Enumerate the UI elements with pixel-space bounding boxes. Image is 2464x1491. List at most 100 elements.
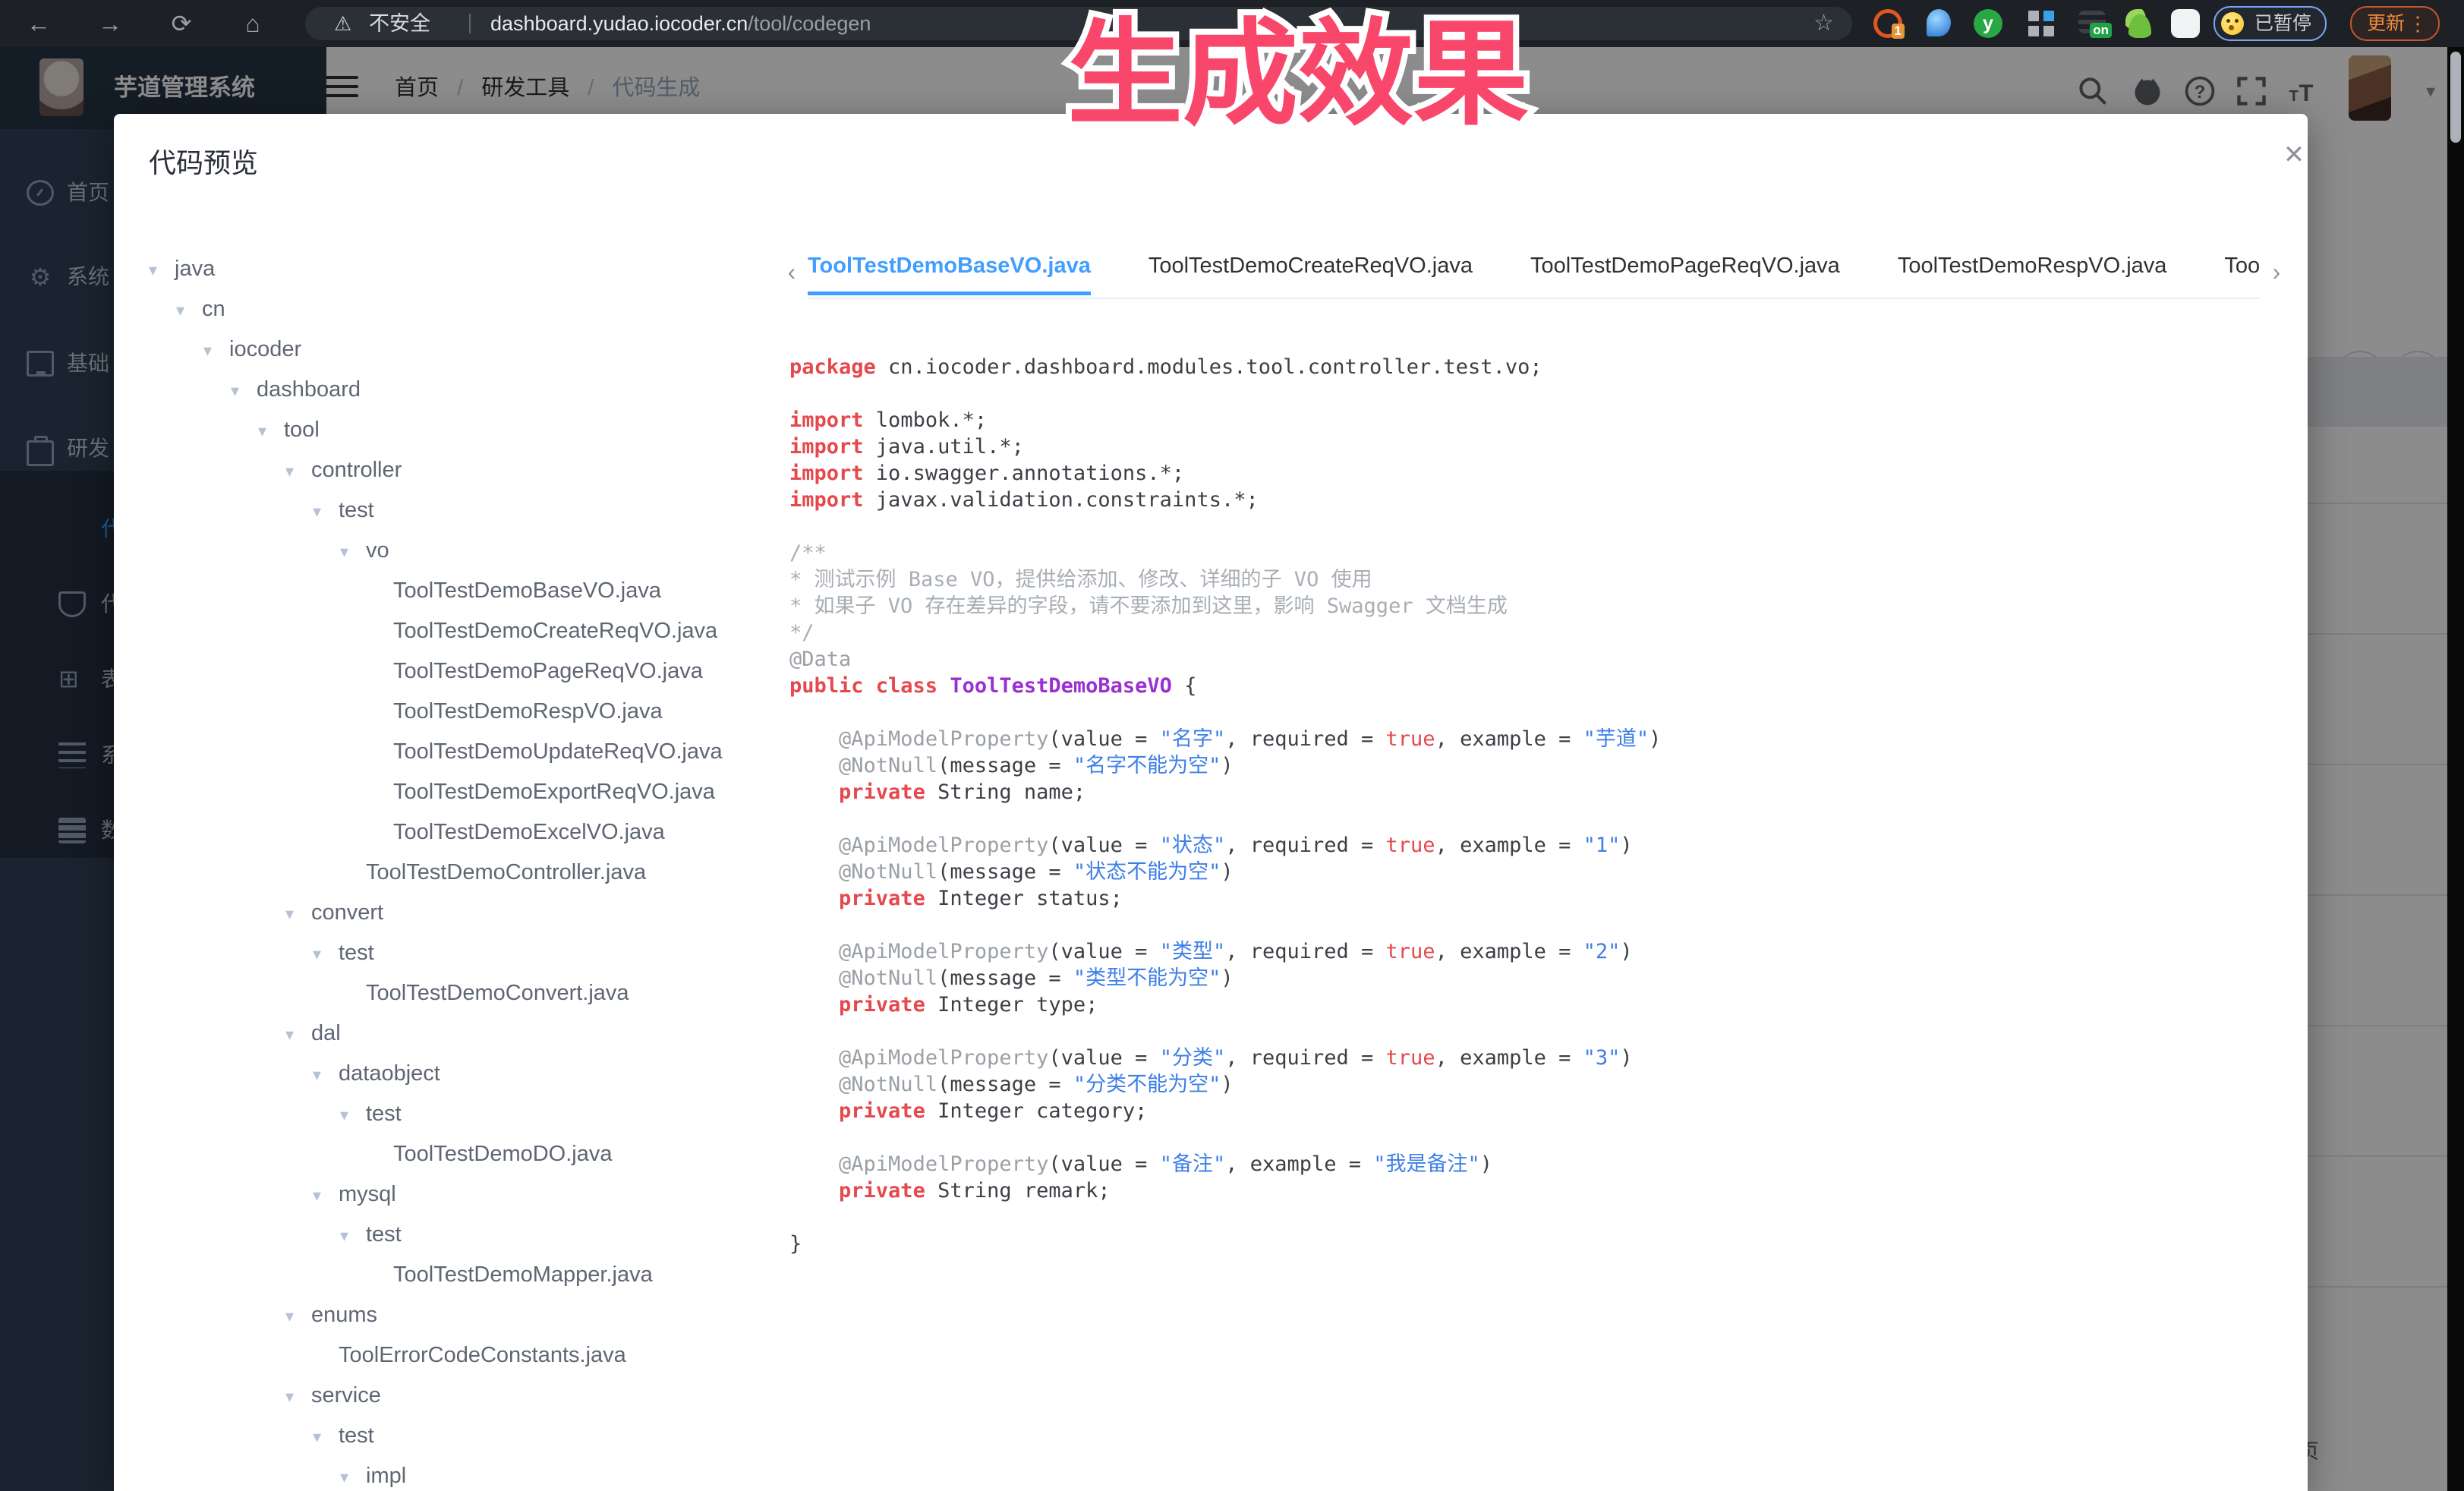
tree-folder-convert[interactable]: ▾convert [149,893,764,933]
caret-down-icon[interactable]: ▾ [285,894,304,934]
tree-file-ToolTestDemoRespVO.java[interactable]: ToolTestDemoRespVO.java [149,692,764,732]
caret-down-icon[interactable]: ▾ [176,290,194,330]
update-label: 更新 [2367,13,2405,34]
ext-green-y-icon[interactable]: y [1974,9,2002,38]
profile-chip[interactable]: 已暂停 [2214,6,2327,41]
caret-down-icon[interactable]: ▾ [313,1054,331,1095]
code-line: @ApiModelProperty(value = "名字", required… [789,726,2277,752]
caret-down-icon[interactable]: ▾ [285,1376,304,1417]
tree-folder-service[interactable]: ▾service [149,1376,764,1416]
code-line: private String remark; [789,1177,2277,1204]
tree-folder-java[interactable]: ▾java [149,249,764,289]
tree-folder-mysql[interactable]: ▾mysql [149,1174,764,1215]
back-icon[interactable]: ← [21,6,56,41]
code-line: */ [789,619,2277,646]
bookmark-star-icon[interactable]: ☆ [1813,7,1834,40]
tree-folder-test[interactable]: ▾test [149,1094,764,1134]
tree-file-ToolTestDemoExcelVO.java[interactable]: ToolTestDemoExcelVO.java [149,812,764,853]
ext-sprout-icon[interactable] [2125,9,2154,38]
tree-folder-dataobject[interactable]: ▾dataobject [149,1054,764,1094]
file-tabs: ToolTestDemoBaseVO.java ToolTestDemoCreat… [808,252,2261,299]
tree-folder-tool[interactable]: ▾tool [149,410,764,450]
home-icon[interactable]: ⌂ [235,6,270,41]
code-line: @ApiModelProperty(value = "类型", required… [789,938,2277,965]
code-line [789,1018,2277,1045]
code-line [789,805,2277,832]
caret-down-icon[interactable]: ▾ [313,491,331,531]
tab-ToolTestDemoRespVO.java[interactable]: ToolTestDemoRespVO.java [1898,252,2167,295]
dialog-title: 代码预览 [149,141,258,181]
caret-down-icon[interactable]: ▾ [203,330,222,370]
tree-folder-cn[interactable]: ▾cn [149,289,764,329]
code-block: package cn.iocoder.dashboard.modules.too… [789,354,2277,1470]
code-line: import javax.validation.constraints.*; [789,487,2277,513]
update-button[interactable]: 更新 ⋮ [2350,6,2440,41]
code-line: private Integer category; [789,1098,2277,1124]
caret-down-icon[interactable]: ▾ [340,531,358,572]
tree-folder-impl[interactable]: ▾impl [149,1456,764,1491]
reload-icon[interactable]: ⟳ [164,6,199,41]
code-line: * 测试示例 Base VO，提供给添加、修改、详细的子 VO 使用 [789,566,2277,593]
tab-ToolTe[interactable]: ToolTe [2224,252,2261,295]
ext-orange-icon[interactable]: 1 [1873,9,1902,38]
ext-grid-icon[interactable] [2027,9,2056,38]
browser-scrollbar[interactable] [2447,47,2464,1491]
code-line: @ApiModelProperty(value = "备注", example … [789,1151,2277,1177]
tab-ToolTestDemoBaseVO.java[interactable]: ToolTestDemoBaseVO.java [808,252,1091,295]
caret-down-icon[interactable]: ▾ [258,411,276,451]
code-line [789,513,2277,540]
tree-folder-dashboard[interactable]: ▾dashboard [149,370,764,410]
caret-down-icon[interactable]: ▾ [285,1014,304,1054]
url-text[interactable]: dashboard.yudao.iocoder.cn/tool/codegen [490,7,871,40]
tree-file-ToolTestDemoController.java[interactable]: ToolTestDemoController.java [149,853,764,893]
ext-puzzle-icon[interactable] [2171,9,2200,38]
tree-folder-test[interactable]: ▾test [149,1215,764,1255]
security-label[interactable]: 不安全 [369,7,430,40]
code-line [789,1124,2277,1151]
tabs-next-icon[interactable]: › [2265,258,2288,286]
tabs-prev-icon[interactable]: ‹ [780,258,803,286]
tree-folder-iocoder[interactable]: ▾iocoder [149,329,764,370]
code-line: @Data [789,646,2277,673]
tab-ToolTestDemoCreateReqVO.java[interactable]: ToolTestDemoCreateReqVO.java [1149,252,1473,295]
tree-file-ToolTestDemoDO.java[interactable]: ToolTestDemoDO.java [149,1134,764,1174]
ext-badge: 1 [1892,24,1905,39]
caret-down-icon[interactable]: ▾ [340,1457,358,1491]
tree-folder-test[interactable]: ▾test [149,933,764,973]
svg-text:生成效果: 生成效果 [1067,10,1529,139]
tree-folder-controller[interactable]: ▾controller [149,450,764,490]
caret-down-icon[interactable]: ▾ [313,934,331,974]
tab-ToolTestDemoPageReqVO.java[interactable]: ToolTestDemoPageReqVO.java [1530,252,1840,295]
tree-folder-dal[interactable]: ▾dal [149,1013,764,1054]
code-line: /** [789,540,2277,566]
caret-down-icon[interactable]: ▾ [313,1417,331,1457]
tree-file-ToolTestDemoUpdateReqVO.java[interactable]: ToolTestDemoUpdateReqVO.java [149,732,764,772]
tree-folder-test[interactable]: ▾test [149,490,764,531]
code-line: private Integer status; [789,885,2277,912]
tree-folder-enums[interactable]: ▾enums [149,1295,764,1335]
code-line: @ApiModelProperty(value = "分类", required… [789,1045,2277,1071]
tree-folder-vo[interactable]: ▾vo [149,531,764,571]
caret-down-icon[interactable]: ▾ [340,1095,358,1135]
caret-down-icon[interactable]: ▾ [149,250,167,290]
caret-down-icon[interactable]: ▾ [285,1296,304,1336]
caret-down-icon[interactable]: ▾ [340,1215,358,1256]
scrollbar-thumb[interactable] [2450,52,2461,143]
code-line: * 如果子 VO 存在差异的字段，请不要添加到这里，影响 Swagger 文档生… [789,593,2277,619]
tree-file-ToolErrorCodeConstants.java[interactable]: ToolErrorCodeConstants.java [149,1335,764,1376]
caret-down-icon[interactable]: ▾ [285,451,304,491]
tree-file-ToolTestDemoPageReqVO.java[interactable]: ToolTestDemoPageReqVO.java [149,651,764,692]
tree-file-ToolTestDemoBaseVO.java[interactable]: ToolTestDemoBaseVO.java [149,571,764,611]
ext-list-icon[interactable]: on [2078,11,2106,33]
close-icon[interactable]: ✕ [2279,140,2309,170]
ext-gem-icon[interactable] [1927,9,1951,36]
tree-file-ToolTestDemoMapper.java[interactable]: ToolTestDemoMapper.java [149,1255,764,1295]
caret-down-icon[interactable]: ▾ [313,1175,331,1215]
caret-down-icon[interactable]: ▾ [231,370,249,411]
tree-file-ToolTestDemoExportReqVO.java[interactable]: ToolTestDemoExportReqVO.java [149,772,764,812]
tree-file-ToolTestDemoConvert.java[interactable]: ToolTestDemoConvert.java [149,973,764,1013]
tree-folder-test[interactable]: ▾test [149,1416,764,1456]
tree-file-ToolTestDemoCreateReqVO.java[interactable]: ToolTestDemoCreateReqVO.java [149,611,764,651]
forward-icon[interactable]: → [93,6,128,41]
menu-dots-icon[interactable]: ⋮ [2408,8,2428,39]
